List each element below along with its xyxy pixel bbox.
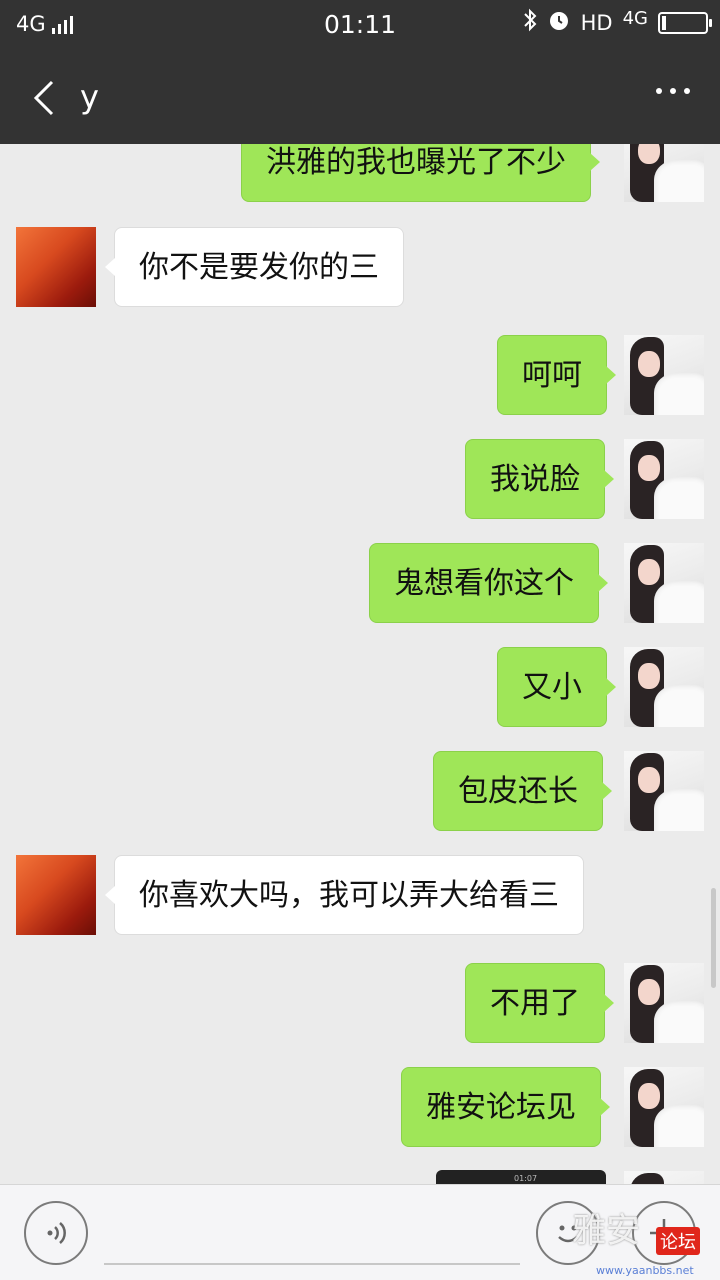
- watermark-badge: 论坛: [656, 1227, 700, 1255]
- avatar-me[interactable]: [624, 963, 704, 1043]
- message-input[interactable]: [104, 1263, 520, 1265]
- message-bubble-received[interactable]: 你喜欢大吗，我可以弄大给看三: [105, 855, 584, 935]
- chat-header: y: [0, 52, 720, 144]
- message-bubble-sent[interactable]: 又小: [497, 647, 616, 727]
- message-bubble-sent[interactable]: 洪雅的我也曝光了不少: [241, 144, 600, 202]
- message-bubble-sent[interactable]: 不用了: [465, 963, 614, 1043]
- alarm-icon: [547, 8, 571, 37]
- avatar-me[interactable]: [624, 647, 704, 727]
- avatar-me[interactable]: [624, 751, 704, 831]
- message-bubble-sent[interactable]: 我说脸: [465, 439, 614, 519]
- chevron-left-icon[interactable]: [24, 76, 64, 120]
- avatar-me[interactable]: [624, 1171, 704, 1184]
- avatar-me[interactable]: [624, 543, 704, 623]
- watermark-logo: 雅安: [572, 1211, 640, 1251]
- battery-icon: [658, 11, 712, 34]
- watermark-url: www.yaanbbs.net: [596, 1264, 694, 1277]
- avatar-me[interactable]: [624, 439, 704, 519]
- image-message[interactable]: 01:07: [436, 1170, 606, 1184]
- message-bubble-sent[interactable]: 雅安论坛见: [401, 1067, 610, 1147]
- voice-icon[interactable]: [24, 1201, 88, 1265]
- message-bubble-sent[interactable]: 包皮还长: [433, 751, 612, 831]
- scrollbar[interactable]: [711, 888, 716, 988]
- message-bubble-received[interactable]: 你不是要发你的三: [105, 227, 404, 307]
- network-type-right: 4G: [622, 8, 648, 29]
- avatar-contact[interactable]: [16, 227, 96, 307]
- message-list[interactable]: 洪雅的我也曝光了不少 你不是要发你的三 呵呵 我说脸 鬼想看你这个 又小 包皮还…: [0, 144, 720, 1184]
- hd-label: HD: [580, 10, 613, 35]
- message-bubble-sent[interactable]: 呵呵: [497, 335, 616, 415]
- avatar-contact[interactable]: [16, 855, 96, 935]
- status-bar: 4G 01:11 HD 4G: [0, 0, 720, 52]
- message-bubble-sent[interactable]: 鬼想看你这个: [369, 543, 608, 623]
- chat-title: y: [80, 78, 99, 116]
- image-message-time: 01:07: [514, 1174, 538, 1183]
- avatar-me[interactable]: [624, 144, 704, 202]
- avatar-me[interactable]: [624, 1067, 704, 1147]
- bluetooth-icon: [523, 8, 537, 37]
- avatar-me[interactable]: [624, 335, 704, 415]
- status-icons: HD 4G: [523, 8, 712, 37]
- more-dots-icon[interactable]: [656, 88, 690, 94]
